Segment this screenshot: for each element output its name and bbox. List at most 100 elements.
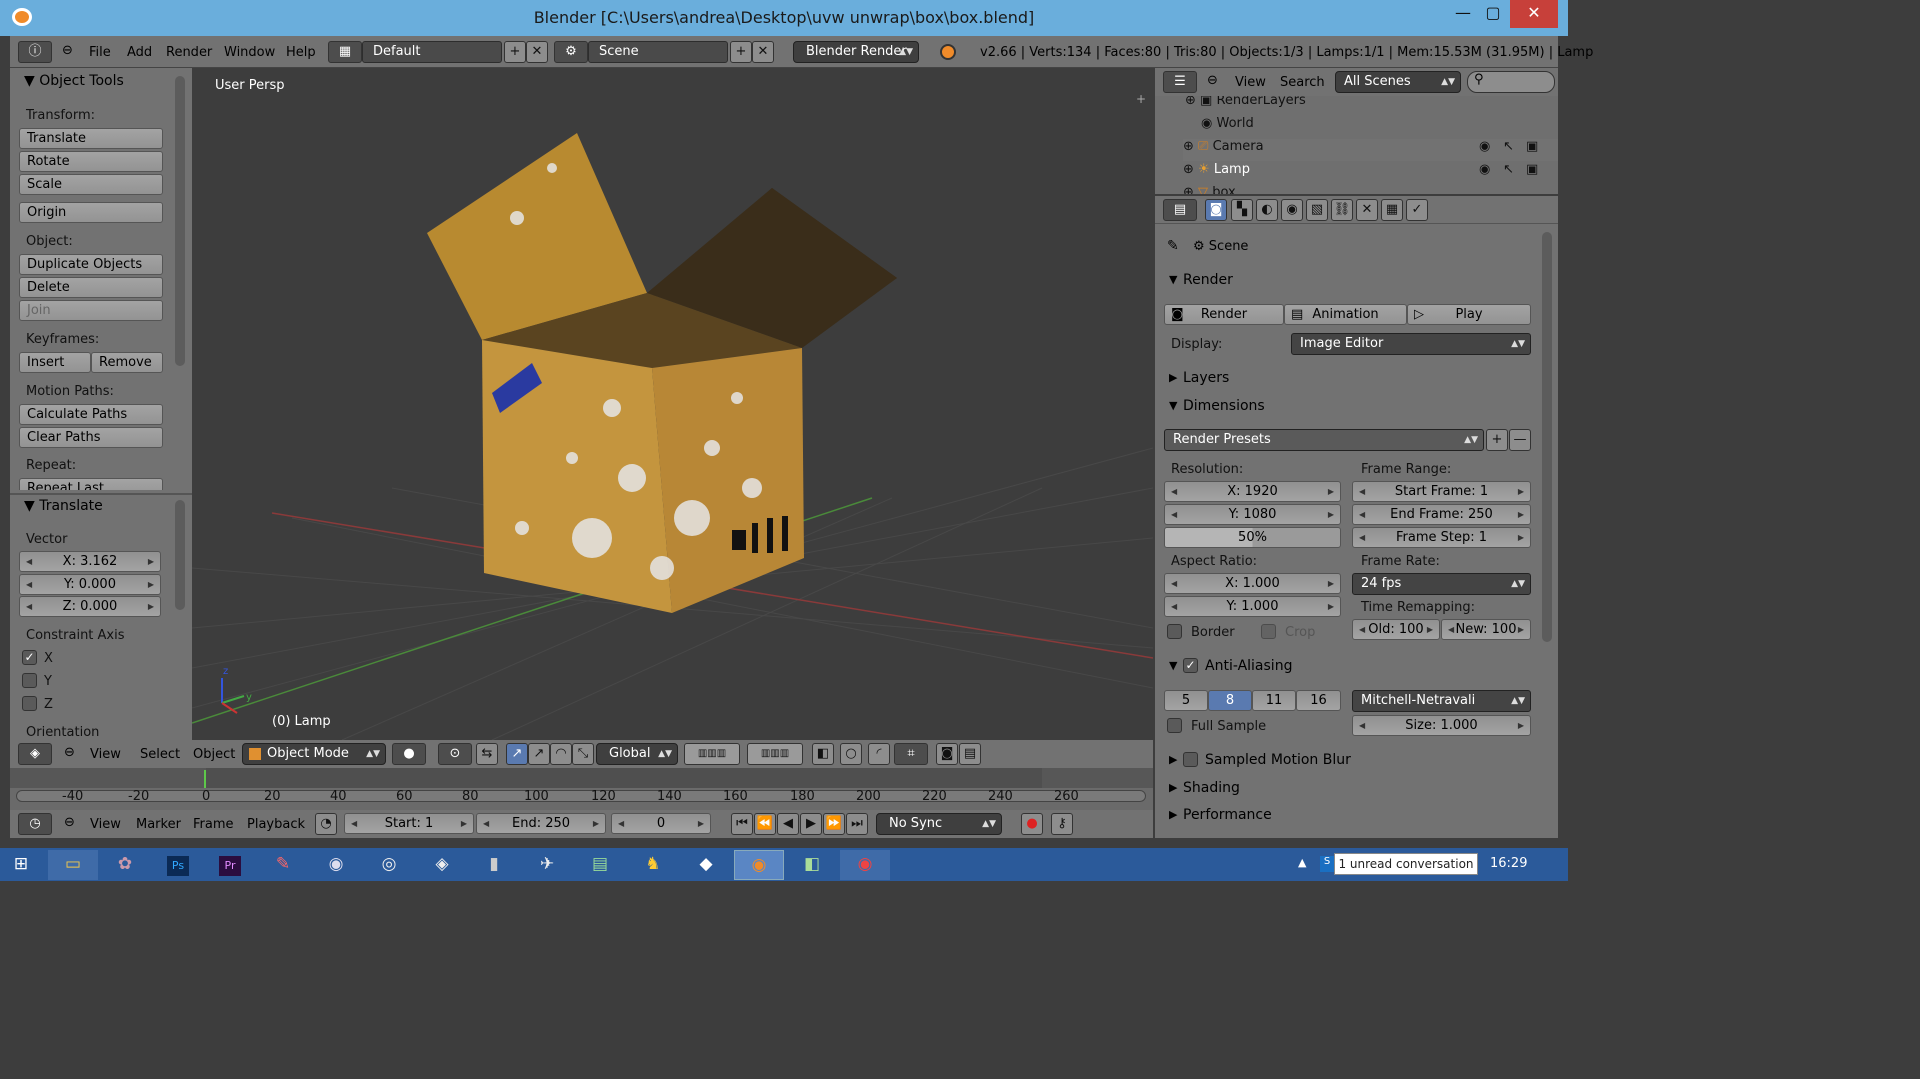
outliner-row-lamp[interactable]: ⊕ ☀ Lamp ◉ ↖ ▣ [1183,162,1558,184]
photoshop-icon[interactable]: Ps [153,850,203,880]
remove-layout-button[interactable]: ✕ [526,41,548,63]
frame-step-field[interactable]: ◀ Frame Step: 1 ▶ [1352,527,1531,548]
pivot-point-icon[interactable]: ⊙ [438,743,472,765]
performance-panel-header[interactable]: ▶ Performance [1155,803,1535,829]
resolution-x-field[interactable]: ◀ X: 1920 ▶ [1164,481,1341,502]
scene-tab-icon[interactable]: ◐ [1256,199,1278,221]
app-icon-8[interactable]: ♞ [628,850,678,880]
current-frame-field[interactable]: ◀ 0 ▶ [611,813,711,834]
world-tab-icon[interactable]: ◉ [1281,199,1303,221]
start-frame-field[interactable]: ◀ Start: 1 ▶ [344,813,474,834]
3d-view-editor-icon[interactable]: ◈ [18,743,52,765]
jump-start-icon[interactable]: ⏮ [731,813,753,835]
visibility-eye-icon[interactable]: ◉ [1479,139,1490,154]
maximize-button[interactable]: ▢ [1476,0,1510,28]
end-frame-field[interactable]: ◀ End Frame: 250 ▶ [1352,504,1531,525]
aa-samples-16[interactable]: 16 [1296,690,1341,711]
motion-blur-panel-header[interactable]: ▶ Sampled Motion Blur [1155,748,1535,774]
app-icon-10[interactable]: ◧ [787,850,837,880]
duplicate-objects-button[interactable]: Duplicate Objects [19,254,163,275]
filter-size-field[interactable]: ◀ Size: 1.000 ▶ [1352,715,1531,736]
resolution-percentage-field[interactable]: 50% [1164,527,1341,548]
end-frame-field[interactable]: ◀ End: 250 ▶ [476,813,606,834]
add-scene-button[interactable]: + [730,41,752,63]
menu-object[interactable]: Object [193,747,235,762]
operator-panel-header[interactable]: ▼ Translate [24,498,103,514]
aa-samples-8[interactable]: 8 [1208,690,1252,711]
layers-grid-1-icon[interactable]: ▥▥▥ [684,743,740,765]
scene-icon[interactable]: ⚙ [554,41,588,63]
animation-button[interactable]: ▤ Animation [1284,304,1407,325]
collapse-icon[interactable]: ⊖ [64,815,75,830]
render-engine-select[interactable]: Blender Render ▲▼ [793,41,919,63]
menu-view[interactable]: View [90,747,121,762]
menu-help[interactable]: Help [286,45,316,60]
resolution-y-field[interactable]: ◀ Y: 1080 ▶ [1164,504,1341,525]
join-button[interactable]: Join [19,300,163,321]
add-preset-button[interactable]: + [1486,429,1508,451]
object-tools-header[interactable]: ▼ Object Tools [24,73,124,89]
render-anim-icon[interactable]: ▤ [959,743,981,765]
jump-keyframe-forward-icon[interactable]: ⏩ [823,813,845,835]
aspect-y-field[interactable]: ◀ Y: 1.000 ▶ [1164,596,1341,617]
constraints-tab-icon[interactable]: ⛓ [1331,199,1353,221]
app-icon-7[interactable]: ▤ [575,850,625,880]
frame-rate-select[interactable]: 24 fps ▲▼ [1352,573,1531,595]
motion-blur-checkbox[interactable] [1183,752,1198,767]
timeline-editor-icon[interactable]: ◷ [18,813,52,835]
shading-panel-header[interactable]: ▶ Shading [1155,776,1535,802]
screen-layout-icon[interactable]: ▦ [328,41,362,63]
manipulator-icon[interactable]: ⇆ [476,743,498,765]
app-icon-1[interactable]: ✿ [100,850,150,880]
outliner-row-world[interactable]: ◉ World [1201,116,1254,131]
minimize-button[interactable]: — [1446,0,1480,28]
app-icon-4[interactable]: ◈ [417,850,467,880]
lock-layers-icon[interactable]: ◧ [812,743,834,765]
file-explorer-icon[interactable]: ▭ [48,850,98,880]
properties-editor-icon[interactable]: ▤ [1163,199,1197,221]
scene-field[interactable]: Scene [588,41,728,63]
skype-icon[interactable]: S [1320,856,1334,872]
origin-button[interactable]: Origin [19,202,163,223]
constraint-y-checkbox[interactable] [22,673,37,688]
vector-y-field[interactable]: ◀ Y: 0.000 ▶ [19,574,161,595]
close-button[interactable]: ✕ [1510,0,1558,28]
layers-panel-header[interactable]: ▶ Layers [1155,366,1535,392]
outliner-row-renderlayers[interactable]: ⊕ ▣ RenderLayers [1185,96,1306,108]
add-layout-button[interactable]: + [504,41,526,63]
render-presets-select[interactable]: Render Presets ▲▼ [1164,429,1484,451]
constraint-z-checkbox[interactable] [22,696,37,711]
texture-tab-icon[interactable]: ▦ [1381,199,1403,221]
render-still-icon[interactable]: ◙ [936,743,958,765]
viewport-shading-icon[interactable]: ● [392,743,426,765]
premiere-icon[interactable]: Pr [205,850,255,880]
render-tab-icon[interactable]: ◙ [1205,199,1227,221]
translate-manipulator-icon[interactable]: ↗ [506,743,528,765]
menu-search[interactable]: Search [1280,75,1325,90]
3d-viewport[interactable]: z y User Persp (0) Lamp + [192,68,1153,740]
select-arrow-icon[interactable]: ↖ [1503,162,1514,177]
collapse-icon[interactable]: ⊖ [1207,73,1218,88]
search-icon[interactable]: ⚲ [1467,71,1555,93]
sync-select[interactable]: No Sync ▲▼ [876,813,1002,835]
collapse-icon[interactable]: ⊖ [64,745,75,760]
scale-icon[interactable]: ⤡ [572,743,594,765]
remove-preset-button[interactable]: — [1509,429,1531,451]
menu-window[interactable]: Window [224,45,275,60]
render-button[interactable]: ◙ Render [1164,304,1284,325]
move-icon[interactable]: ↗ [528,743,550,765]
display-mode-select[interactable]: All Scenes ▲▼ [1335,71,1461,93]
collapse-icon[interactable]: ⊖ [62,43,73,58]
visibility-eye-icon[interactable]: ◉ [1479,162,1490,177]
object-tab-icon[interactable]: ▧ [1306,199,1328,221]
vector-x-field[interactable]: ◀ X: 3.162 ▶ [19,551,161,572]
aa-samples-5[interactable]: 5 [1164,690,1208,711]
render-camera-icon[interactable]: ▣ [1526,162,1538,177]
add-region-icon[interactable]: + [1136,92,1146,106]
rotate-icon[interactable]: ◠ [550,743,572,765]
menu-add[interactable]: Add [127,45,152,60]
operator-scrollbar[interactable] [175,500,185,610]
blender-taskbar-icon[interactable]: ◉ [734,850,784,880]
record-icon[interactable]: ● [1021,813,1043,835]
select-arrow-icon[interactable]: ↖ [1503,139,1514,154]
